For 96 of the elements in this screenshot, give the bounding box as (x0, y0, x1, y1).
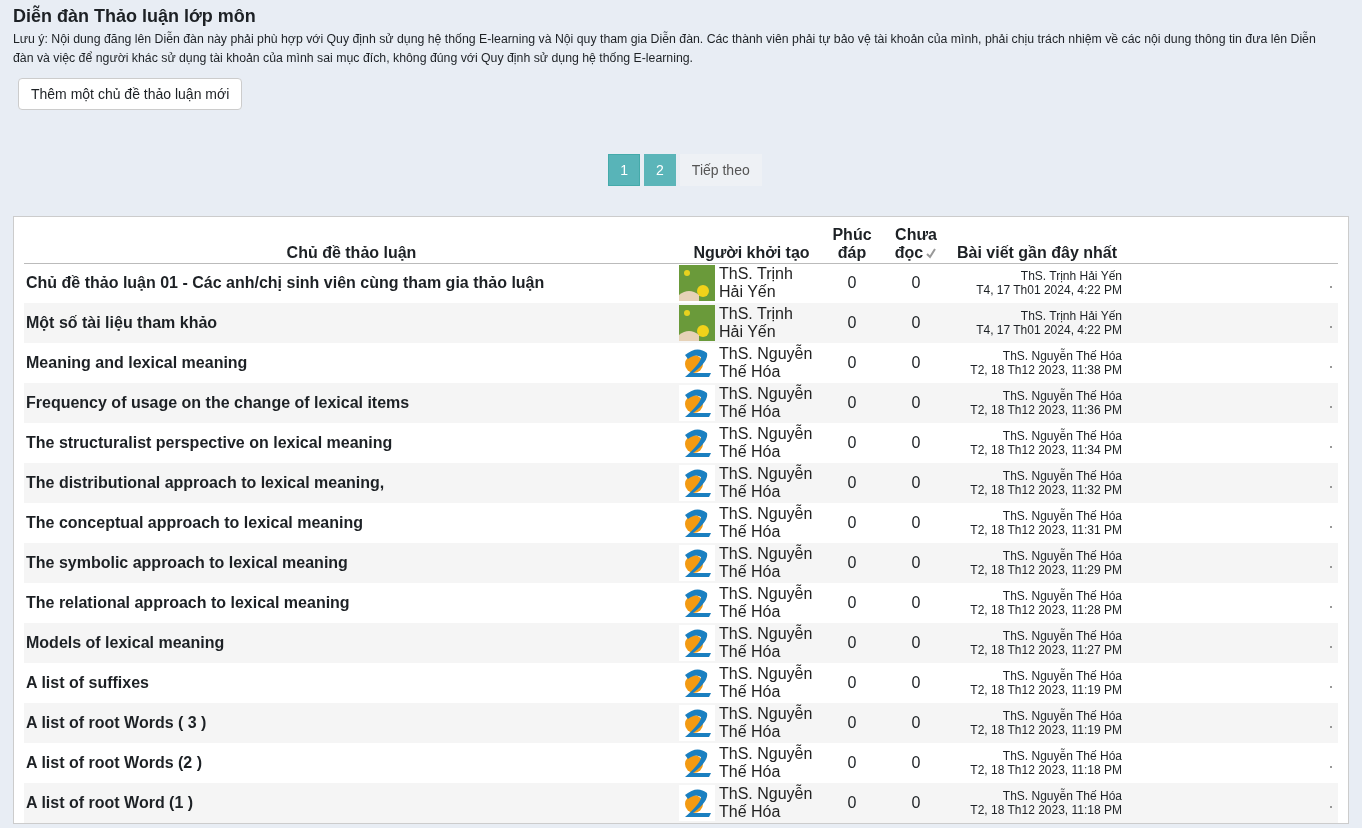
topic-link[interactable]: A list of root Words ( 3 ) (24, 714, 207, 731)
topic-link[interactable]: Meaning and lexical meaning (24, 354, 248, 371)
reply-count: 0 (824, 423, 880, 463)
avatar-photo (679, 305, 715, 341)
reply-count: 0 (824, 783, 880, 823)
last-post-author[interactable]: ThS. Nguyễn Thế Hóa (952, 389, 1122, 403)
last-post-author[interactable]: ThS. Nguyễn Thế Hóa (952, 749, 1122, 763)
last-post-author[interactable]: ThS. Nguyễn Thế Hóa (952, 789, 1122, 803)
page-link[interactable]: Tiếp theo (679, 154, 762, 186)
topic-link[interactable]: The distributional approach to lexical meaning, (24, 474, 385, 491)
last-post-author[interactable]: ThS. Nguyễn Thế Hóa (952, 589, 1122, 603)
topic-link[interactable]: The conceptual approach to lexical meaning (24, 514, 363, 531)
add-topic-button[interactable]: Thêm một chủ đề thảo luận mới (18, 78, 243, 110)
column-header: Bài viết gần đây nhất (952, 223, 1122, 263)
author-name[interactable]: ThS. Nguyễn Thế Hóa (719, 345, 819, 381)
author-name[interactable]: ThS. Nguyễn Thế Hóa (719, 385, 819, 421)
column-header: Chủ đề thảo luận (24, 223, 679, 263)
author-name[interactable]: ThS. Nguyễn Thế Hóa (719, 505, 819, 541)
last-post-date[interactable]: T2, 18 Th12 2023, 11:32 PM (952, 483, 1122, 497)
last-post-date[interactable]: T2, 18 Th12 2023, 11:28 PM (952, 603, 1122, 617)
last-post-author[interactable]: ThS. Nguyễn Thế Hóa (952, 629, 1122, 643)
avatar-photo (679, 265, 715, 302)
column-header: Người khởi tạo (679, 223, 824, 263)
reply-count: 0 (824, 663, 880, 703)
last-post-author[interactable]: ThS. Nguyễn Thế Hóa (952, 349, 1122, 363)
topic-link[interactable]: A list of root Word (1 ) (24, 794, 194, 811)
topic-link[interactable]: The structuralist perspective on lexical meaning (24, 434, 393, 451)
unread-count: 0 (880, 303, 952, 343)
reply-count: 0 (824, 543, 880, 583)
reply-count: 0 (824, 303, 880, 343)
unread-count: 0 (880, 503, 952, 543)
author-name[interactable]: ThS. Trịnh Hải Yến (719, 265, 819, 302)
unread-count: 0 (880, 703, 952, 743)
topic-link[interactable]: Models of lexical meaning (24, 634, 225, 651)
last-post-author[interactable]: ThS. Nguyễn Thế Hóa (952, 709, 1122, 723)
last-post-date[interactable]: T2, 18 Th12 2023, 11:38 PM (952, 363, 1122, 377)
topic-link[interactable]: Chủ đề thảo luận 01 - Các anh/chị sinh viên cùng tham gia thảo luận (24, 274, 545, 292)
author-name[interactable]: ThS. Nguyễn Thế Hóa (719, 585, 819, 621)
unread-count: 0 (880, 423, 952, 463)
reply-count: 0 (824, 383, 880, 423)
unread-count: 0 (880, 463, 952, 503)
topic-link[interactable]: Một số tài liệu tham khảo (24, 314, 218, 331)
unread-count: 0 (880, 623, 952, 663)
last-post-date[interactable]: T2, 18 Th12 2023, 11:27 PM (952, 643, 1122, 657)
reply-count: 0 (824, 623, 880, 663)
reply-count: 0 (824, 463, 880, 503)
reply-count: 0 (824, 343, 880, 383)
author-name[interactable]: ThS. Nguyễn Thế Hóa (719, 465, 819, 501)
unread-count: 0 (880, 743, 952, 783)
column-header: Phúc đáp (824, 223, 880, 263)
reply-count: 0 (824, 703, 880, 743)
last-post-date[interactable]: T4, 17 Th01 2024, 4:22 PM (952, 323, 1122, 337)
unread-count: 0 (880, 263, 952, 303)
unread-count: 0 (880, 543, 952, 583)
column-header: Chưa đọc (880, 223, 952, 263)
last-post-date[interactable]: T2, 18 Th12 2023, 11:19 PM (952, 683, 1122, 697)
unread-count: 0 (880, 343, 952, 383)
last-post-date[interactable]: T4, 17 Th01 2024, 4:22 PM (952, 283, 1122, 298)
reply-count: 0 (824, 743, 880, 783)
forum-notice: Lưu ý: Nội dung đăng lên Diễn đàn này phải phù hợp với Quy định sử dụng hệ thống E-learning và Nội quy tham gia Diễn đàn. Các thành viên phải tự bảo vệ tài khoản của mình, phải chịu trách nhiệm về các nội dung thông tin đưa lên Diễn đàn và việc để người khác sử dụng tài khoản của mình sai mục đích, không đúng với Quy định sử dụng hệ thống E-learning. (13, 30, 1317, 67)
reply-count: 0 (824, 263, 880, 303)
author-name[interactable]: ThS. Nguyễn Thế Hóa (719, 625, 819, 661)
author-name[interactable]: ThS. Nguyễn Thế Hóa (719, 745, 819, 781)
author-name[interactable]: ThS. Nguyễn Thế Hóa (719, 785, 819, 821)
last-post-author[interactable]: ThS. Nguyễn Thế Hóa (952, 549, 1122, 563)
unread-count: 0 (880, 583, 952, 623)
last-post-date[interactable]: T2, 18 Th12 2023, 11:19 PM (952, 723, 1122, 737)
author-name[interactable]: ThS. Nguyễn Thế Hóa (719, 665, 819, 701)
unread-count: 0 (880, 383, 952, 423)
forum-title: Diễn đàn Thảo luận lớp môn (13, 6, 257, 27)
last-post-date[interactable]: T2, 18 Th12 2023, 11:36 PM (952, 403, 1122, 417)
author-name[interactable]: ThS. Trịnh Hải Yến (719, 305, 819, 341)
topic-link[interactable]: A list of root Words (2 ) (24, 754, 202, 771)
last-post-date[interactable]: T2, 18 Th12 2023, 11:31 PM (952, 523, 1122, 537)
last-post-date[interactable]: T2, 18 Th12 2023, 11:18 PM (952, 803, 1122, 817)
reply-count: 0 (824, 583, 880, 623)
topic-link[interactable]: Frequency of usage on the change of lexical items (24, 394, 410, 411)
last-post-date[interactable]: T2, 18 Th12 2023, 11:34 PM (952, 443, 1122, 457)
check-icon (925, 246, 938, 259)
author-name[interactable]: ThS. Nguyễn Thế Hóa (719, 425, 819, 461)
last-post-author[interactable]: ThS. Nguyễn Thế Hóa (952, 469, 1122, 483)
last-post-author[interactable]: ThS. Nguyễn Thế Hóa (952, 509, 1122, 523)
reply-count: 0 (824, 503, 880, 543)
unread-count: 0 (880, 783, 952, 823)
last-post-author[interactable]: ThS. Trịnh Hải Yến (952, 309, 1122, 323)
last-post-author[interactable]: ThS. Trịnh Hải Yến (952, 269, 1122, 284)
last-post-author[interactable]: ThS. Nguyễn Thế Hóa (952, 669, 1122, 683)
unread-count: 0 (880, 663, 952, 703)
author-name[interactable]: ThS. Nguyễn Thế Hóa (719, 705, 819, 741)
last-post-author[interactable]: ThS. Nguyễn Thế Hóa (952, 429, 1122, 443)
topic-link[interactable]: A list of suffixes (24, 674, 149, 691)
topic-link[interactable]: The symbolic approach to lexical meaning (24, 554, 348, 571)
topic-link[interactable]: The relational approach to lexical meaning (24, 594, 350, 611)
last-post-date[interactable]: T2, 18 Th12 2023, 11:18 PM (952, 763, 1122, 777)
author-name[interactable]: ThS. Nguyễn Thế Hóa (719, 545, 819, 581)
last-post-date[interactable]: T2, 18 Th12 2023, 11:29 PM (952, 563, 1122, 577)
